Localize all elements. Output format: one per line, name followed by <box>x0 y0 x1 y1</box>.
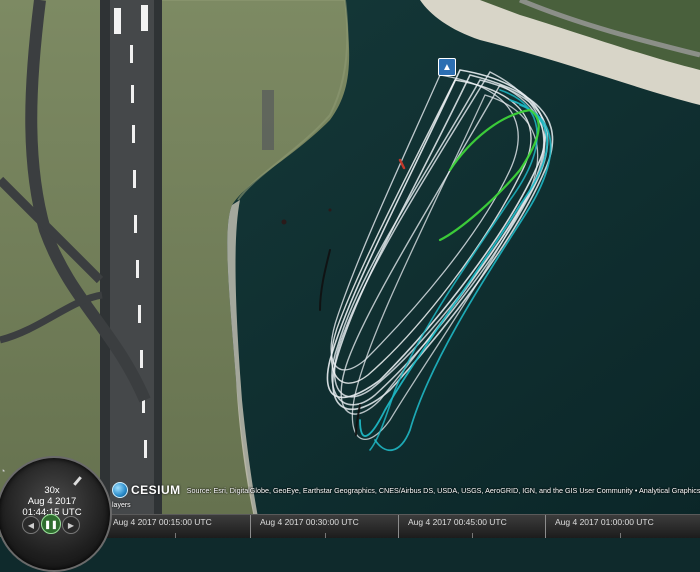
runway-threshold-mark <box>114 8 121 34</box>
timeline-tick <box>545 515 546 538</box>
timeline-label: Aug 4 2017 00:45:00 UTC <box>408 517 507 527</box>
clock-icon[interactable]: ◔ <box>0 466 5 476</box>
runway-threshold-mark <box>141 5 148 31</box>
timeline[interactable]: Aug 4 2017 00:15:00 UTC Aug 4 2017 00:30… <box>100 514 700 538</box>
vehicle-marker-icon[interactable]: ▲ <box>438 58 456 76</box>
animation-widget[interactable]: 30x Aug 4 2017 01:44:15 UTC ◀ ❚❚ ▶ <box>0 456 112 572</box>
data-credits[interactable]: Source: Esri, DigitalGlobe, GeoEye, Eart… <box>187 486 700 495</box>
pause-button[interactable]: ❚❚ <box>41 514 61 534</box>
play-forward-icon: ▶ <box>67 520 75 530</box>
attribution-bar: CESIUM Source: Esri, DigitalGlobe, GeoEy… <box>112 480 700 500</box>
timeline-label: Aug 4 2017 00:15:00 UTC <box>113 517 212 527</box>
pause-icon: ❚❚ <box>44 519 58 529</box>
timeline-tick <box>398 515 399 538</box>
play-forward-button[interactable]: ▶ <box>62 516 80 534</box>
apron <box>262 90 274 150</box>
cesium-logo-text: CESIUM <box>131 483 181 497</box>
layers-label[interactable]: layers <box>112 502 131 509</box>
timeline-label: Aug 4 2017 01:00:00 UTC <box>555 517 654 527</box>
timeline-label: Aug 4 2017 00:30:00 UTC <box>260 517 359 527</box>
water-object <box>328 208 332 212</box>
animation-date: Aug 4 2017 <box>27 496 77 507</box>
play-reverse-button[interactable]: ◀ <box>22 516 40 534</box>
play-reverse-icon: ◀ <box>27 520 35 530</box>
animation-speed: 30x <box>44 485 60 496</box>
timeline-tick <box>250 515 251 538</box>
runway <box>110 0 154 537</box>
cesium-logo[interactable]: CESIUM <box>112 482 181 498</box>
water-object <box>281 219 287 225</box>
cesium-globe-icon <box>112 482 128 498</box>
